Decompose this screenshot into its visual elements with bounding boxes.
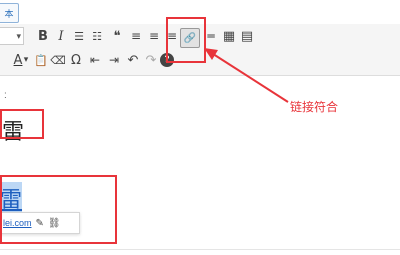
indent-icon: ⇥ (108, 53, 120, 67)
redo-button[interactable]: ↷ (141, 50, 161, 70)
blockquote-button[interactable]: ❝ (107, 26, 127, 46)
special-char-button[interactable]: Ω (66, 50, 86, 70)
bold-button[interactable]: B (33, 26, 53, 46)
numbered-list-button[interactable]: ☷ (87, 26, 107, 46)
eraser-icon: ⌫ (50, 53, 66, 67)
bullet-list-button[interactable]: ☰ (69, 26, 89, 46)
divider (0, 249, 400, 250)
align-center-button[interactable]: ≡ (144, 26, 164, 46)
undo-button[interactable]: ↶ (123, 50, 143, 70)
numbered-list-icon: ☷ (92, 29, 102, 43)
bullet-list-icon: ☰ (74, 29, 84, 43)
italic-button[interactable]: I (51, 26, 71, 46)
plain-char-highlight (0, 109, 44, 139)
chevron-down-icon: ▾ (16, 30, 21, 41)
toolbar-toggle-button[interactable]: ▦ (219, 26, 239, 46)
link-button-highlight (166, 17, 206, 63)
bold-icon: B (38, 28, 48, 44)
chevron-down-icon: ▾ (23, 55, 29, 65)
indent-button[interactable]: ⇥ (104, 50, 124, 70)
align-left-button[interactable]: ≡ (126, 26, 146, 46)
fullscreen-button[interactable]: ▤ (237, 26, 257, 46)
fullscreen-icon: ▤ (240, 28, 254, 44)
undo-icon: ↶ (127, 52, 139, 68)
align-center-icon: ≡ (148, 29, 160, 43)
outdent-icon: ⇤ (89, 53, 101, 67)
omega-icon: Ω (71, 52, 81, 68)
italic-icon: I (58, 28, 64, 44)
outdent-button[interactable]: ⇤ (85, 50, 105, 70)
keyboard-icon: ▦ (222, 28, 236, 44)
text-mode-tab[interactable]: 本 (0, 3, 19, 23)
linked-char-highlight (0, 175, 117, 244)
clipboard-icon: 📋 (34, 53, 48, 67)
read-more-icon: ═ (207, 29, 215, 43)
clear-format-button[interactable]: ⌫ (48, 50, 68, 70)
bullet-mark: : (4, 90, 7, 101)
redo-icon: ↷ (145, 52, 157, 68)
format-select[interactable]: ▾ (0, 27, 24, 45)
align-left-icon: ≡ (130, 29, 142, 43)
quote-icon: ❝ (113, 28, 121, 44)
